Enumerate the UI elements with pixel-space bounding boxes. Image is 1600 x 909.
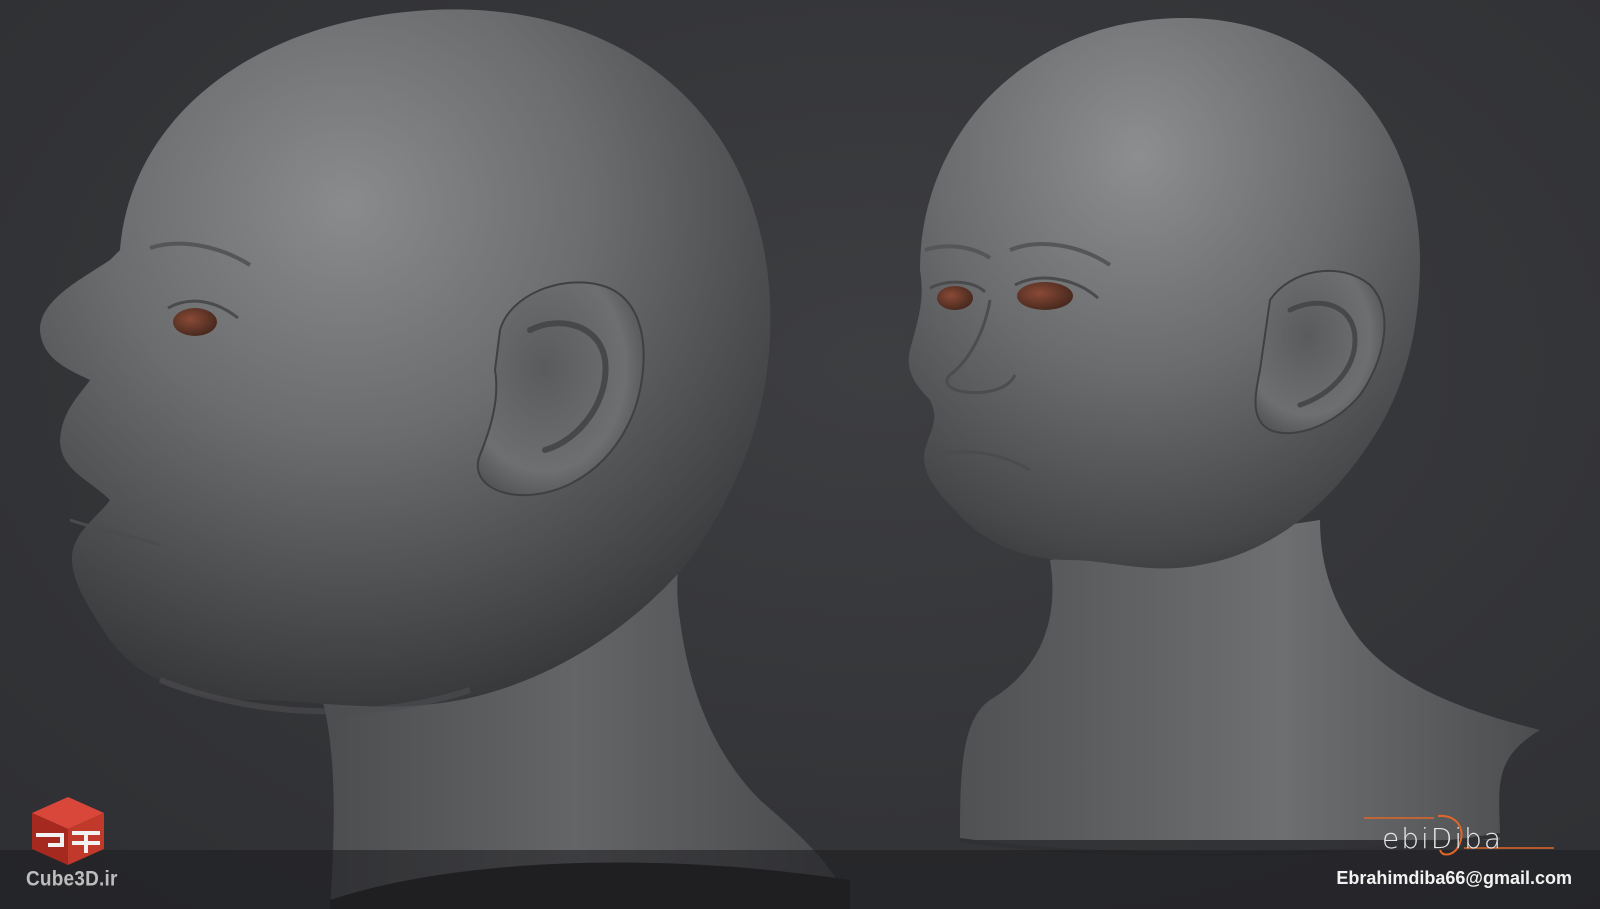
sculpt-render <box>40 9 1540 909</box>
contact-email: Ebrahimdiba66@gmail.com <box>1336 868 1572 888</box>
tq-eye-right <box>1017 282 1073 310</box>
brand-logo: ebiDiba <box>1364 810 1554 860</box>
artist-watermark: ebiDiba Ebrahimdiba66@gmail.com <box>1336 810 1572 905</box>
cube-logo-icon <box>32 797 104 865</box>
bust-shoulders <box>960 520 1540 840</box>
site-watermark: Cube3D.ir <box>22 795 117 905</box>
tq-eye-left <box>937 286 973 310</box>
three-quarter-head <box>908 17 1540 857</box>
site-label: Cube3D.ir <box>26 867 118 891</box>
profile-eye <box>173 308 217 336</box>
profile-head <box>40 9 850 909</box>
brand-name: ebiDiba <box>1382 822 1504 855</box>
render-canvas: Cube3D.ir ebiDiba Ebrahimdiba66@gmail.co… <box>0 0 1600 909</box>
